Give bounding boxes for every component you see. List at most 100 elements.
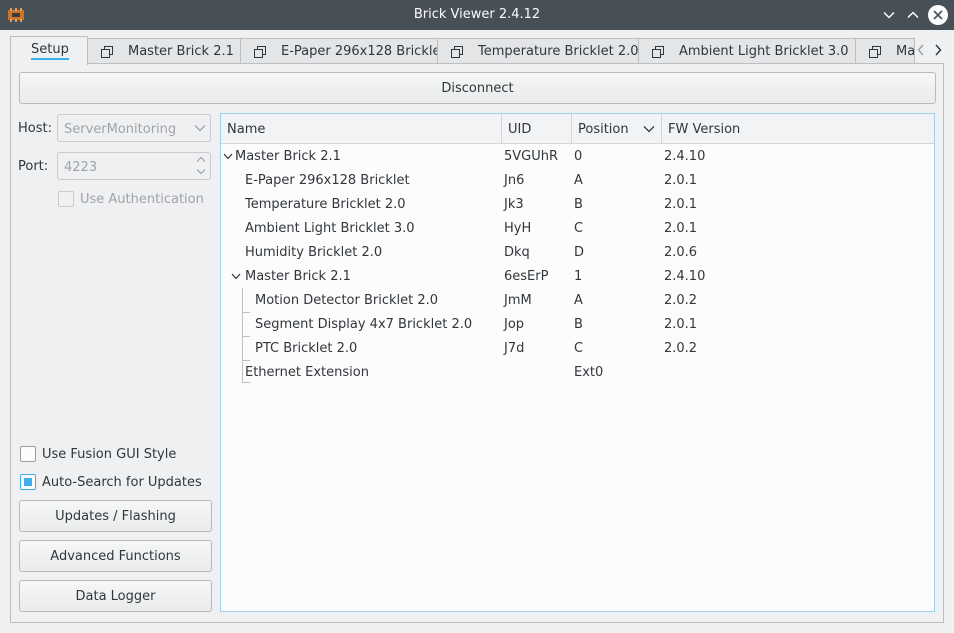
chevron-down-icon[interactable] xyxy=(223,153,233,160)
detach-tab-icon[interactable] xyxy=(868,45,882,59)
detach-tab-icon[interactable] xyxy=(450,45,464,59)
device-position: Ext0 xyxy=(574,365,604,380)
setup-panel: Disconnect Host: ServerMonitoring Port: … xyxy=(10,63,944,623)
device-uid: 6esErP xyxy=(504,269,549,284)
tree-row[interactable]: Ethernet Extension Ext0 xyxy=(221,361,934,385)
device-uid: J7d xyxy=(504,341,525,356)
chevron-up-icon xyxy=(907,11,919,19)
device-fw-version: 2.4.10 xyxy=(664,269,706,284)
device-name: Master Brick 2.1 xyxy=(245,269,351,284)
auto-search-updates-checkbox[interactable] xyxy=(20,474,36,490)
tree-row[interactable]: E-Paper 296x128 Bricklet Jn6 A 2.0.1 xyxy=(221,169,934,193)
host-label: Host: xyxy=(18,121,52,136)
device-name: Master Brick 2.1 xyxy=(235,149,341,164)
auto-search-updates-label: Auto-Search for Updates xyxy=(42,475,202,490)
tab-master-brick[interactable]: Master Brick 2.1 xyxy=(87,38,241,64)
tab-scroll-left-button[interactable] xyxy=(914,42,928,58)
device-name: Humidity Bricklet 2.0 xyxy=(245,245,383,260)
device-uid: Jk3 xyxy=(504,197,524,212)
chevron-down-icon xyxy=(194,125,206,132)
tree-row[interactable]: PTC Bricklet 2.0 J7d C 2.0.2 xyxy=(221,337,934,361)
column-header-name[interactable]: Name xyxy=(221,114,502,144)
chevron-right-icon xyxy=(935,44,942,56)
tab-label: Temperature Bricklet 2.0 xyxy=(478,44,639,59)
device-uid: 5VGUhR xyxy=(504,149,559,164)
detach-tab-icon[interactable] xyxy=(100,45,114,59)
tab-label: Mas xyxy=(896,44,915,59)
window-title: Brick Viewer 2.4.12 xyxy=(413,7,541,22)
device-position: C xyxy=(574,341,584,356)
tab-e-paper[interactable]: E-Paper 296x128 Bricklet xyxy=(240,38,438,64)
maximize-button[interactable] xyxy=(903,5,923,25)
tab-label: Master Brick 2.1 xyxy=(128,44,234,59)
device-position: C xyxy=(574,221,584,236)
port-label: Port: xyxy=(18,159,49,174)
device-name: E-Paper 296x128 Bricklet xyxy=(245,173,410,188)
chevron-down-icon xyxy=(883,11,895,19)
device-fw-version: 2.4.10 xyxy=(664,149,706,164)
tab-scroll-right-button[interactable] xyxy=(931,42,945,58)
device-name: PTC Bricklet 2.0 xyxy=(255,341,358,356)
spin-down-icon[interactable] xyxy=(196,168,206,175)
device-name: Motion Detector Bricklet 2.0 xyxy=(255,293,439,308)
title-bar: Brick Viewer 2.4.12 xyxy=(0,0,954,30)
minimize-button[interactable] xyxy=(879,5,899,25)
device-fw-version: 2.0.1 xyxy=(664,197,698,212)
fusion-gui-style-label: Use Fusion GUI Style xyxy=(42,447,177,462)
tree-row[interactable]: Humidity Bricklet 2.0 Dkq D 2.0.6 xyxy=(221,241,934,265)
device-position: D xyxy=(574,245,585,260)
use-authentication-checkbox[interactable] xyxy=(58,191,74,207)
close-button[interactable] xyxy=(928,5,948,25)
device-name: Temperature Bricklet 2.0 xyxy=(245,197,406,212)
close-icon xyxy=(933,10,943,20)
device-fw-version: 2.0.6 xyxy=(664,245,698,260)
disconnect-button[interactable]: Disconnect xyxy=(19,72,936,104)
device-uid: Dkq xyxy=(504,245,530,260)
tab-bar: Setup Master Brick 2.1 E-Paper 296x128 B… xyxy=(10,36,954,65)
tree-row[interactable]: Ambient Light Bricklet 3.0 HyH C 2.0.1 xyxy=(221,217,934,241)
device-fw-version: 2.0.2 xyxy=(664,293,698,308)
tab-temperature[interactable]: Temperature Bricklet 2.0 xyxy=(437,38,639,64)
device-fw-version: 2.0.1 xyxy=(664,317,698,332)
chevron-left-icon xyxy=(917,44,924,56)
device-position: B xyxy=(574,317,583,332)
chevron-down-icon[interactable] xyxy=(231,273,241,280)
updates-flashing-button[interactable]: Updates / Flashing xyxy=(19,500,212,532)
device-fw-version: 2.0.1 xyxy=(664,173,698,188)
tree-row[interactable]: Segment Display 4x7 Bricklet 2.0 Jop B 2… xyxy=(221,313,934,337)
tab-master-brick-2[interactable]: Mas xyxy=(855,38,915,64)
tree-row[interactable]: Temperature Bricklet 2.0 Jk3 B 2.0.1 xyxy=(221,193,934,217)
detach-tab-icon[interactable] xyxy=(253,45,267,59)
device-uid: Jop xyxy=(504,317,525,332)
data-logger-button[interactable]: Data Logger xyxy=(19,580,212,612)
tab-label: Ambient Light Bricklet 3.0 xyxy=(679,44,849,59)
use-authentication-label: Use Authentication xyxy=(80,192,204,207)
device-uid: HyH xyxy=(504,221,532,236)
detach-tab-icon[interactable] xyxy=(651,45,665,59)
sort-chevron-down-icon xyxy=(643,126,655,133)
column-header-fw-version[interactable]: FW Version xyxy=(662,114,934,144)
tab-label: E-Paper 296x128 Bricklet xyxy=(281,44,438,59)
port-value: 4223 xyxy=(64,160,98,175)
device-position: B xyxy=(574,197,583,212)
device-name: Ambient Light Bricklet 3.0 xyxy=(245,221,415,236)
device-tree[interactable]: Name UID Position FW Version Master Bric… xyxy=(220,113,935,612)
tree-row[interactable]: Master Brick 2.1 5VGUhR 0 2.4.10 xyxy=(221,145,934,169)
tab-setup[interactable]: Setup xyxy=(10,36,88,65)
device-name: Ethernet Extension xyxy=(245,365,369,380)
tab-label: Setup xyxy=(31,42,69,60)
device-position: 1 xyxy=(574,269,583,284)
advanced-functions-button[interactable]: Advanced Functions xyxy=(19,540,212,572)
spin-up-icon[interactable] xyxy=(196,156,206,163)
port-spinbox[interactable]: 4223 xyxy=(57,152,211,180)
host-combo[interactable]: ServerMonitoring xyxy=(57,114,211,142)
column-header-uid[interactable]: UID xyxy=(502,114,572,144)
tree-row[interactable]: Motion Detector Bricklet 2.0 JmM A 2.0.2 xyxy=(221,289,934,313)
device-position: A xyxy=(574,293,583,308)
fusion-gui-style-checkbox[interactable] xyxy=(20,446,36,462)
tree-row[interactable]: Master Brick 2.1 6esErP 1 2.4.10 xyxy=(221,265,934,289)
tab-ambient-light[interactable]: Ambient Light Bricklet 3.0 xyxy=(638,38,856,64)
device-uid: JmM xyxy=(504,293,532,308)
device-fw-version: 2.0.2 xyxy=(664,341,698,356)
device-position: A xyxy=(574,173,583,188)
